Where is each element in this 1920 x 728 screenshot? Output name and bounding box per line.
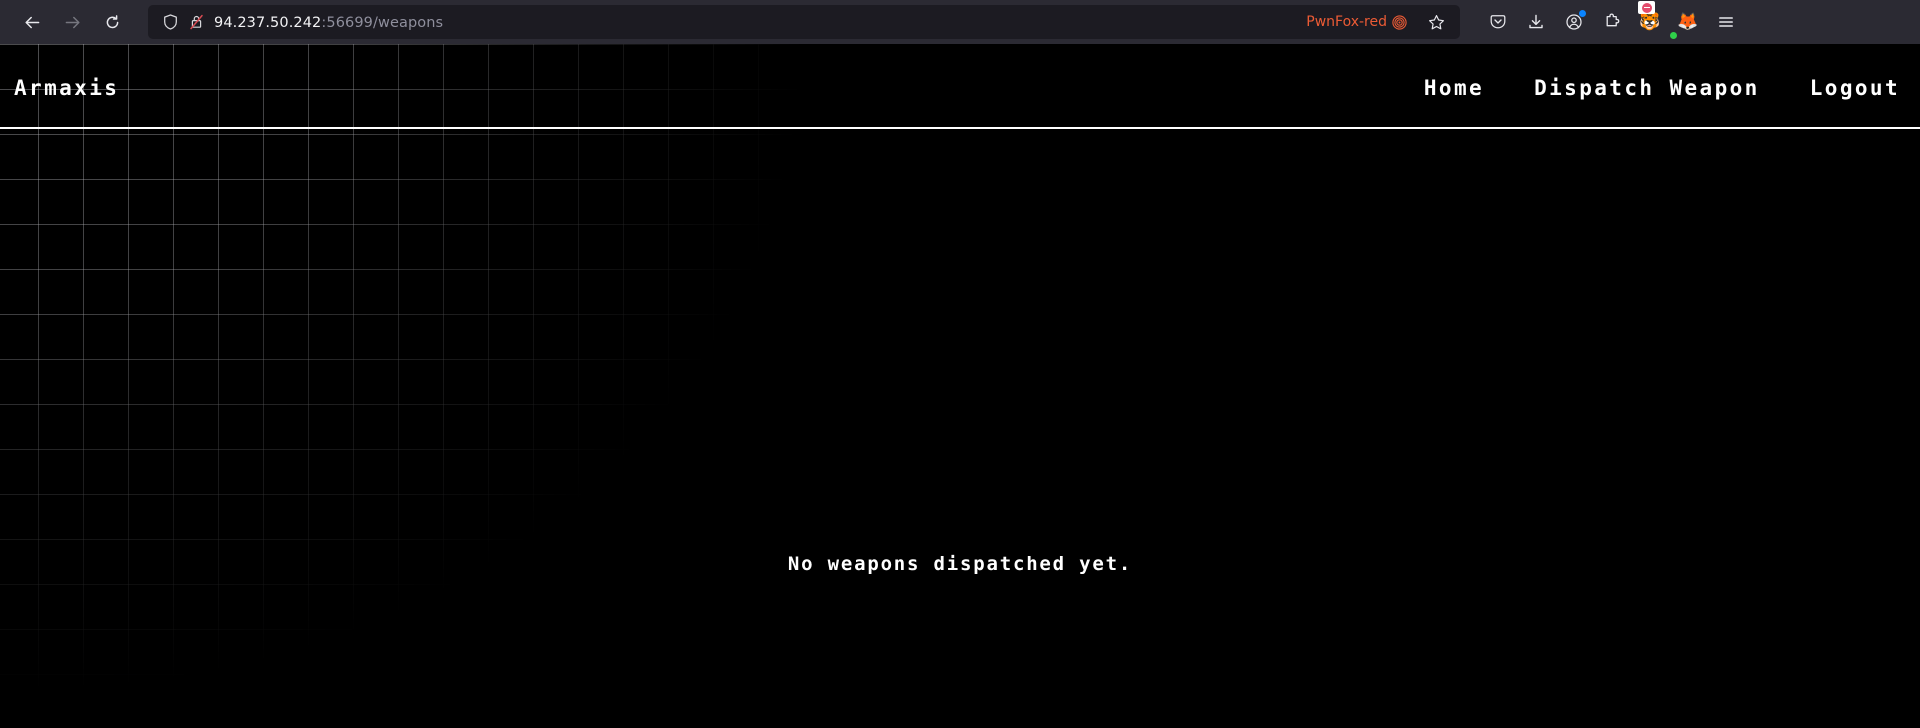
back-arrow-icon xyxy=(24,16,39,28)
address-bar[interactable]: 94.237.50.242:56699/weapons PwnFox-red xyxy=(148,5,1460,39)
pwnfox-indicator[interactable]: PwnFox-red xyxy=(1306,14,1411,30)
nav-link-logout[interactable]: Logout xyxy=(1810,76,1900,100)
pocket-icon[interactable] xyxy=(1482,6,1514,38)
shield-icon[interactable] xyxy=(162,14,179,31)
firefox-container-icon[interactable]: 🦊 xyxy=(1670,6,1704,39)
hamburger-glyph xyxy=(1719,17,1733,27)
insecure-lock-icon[interactable] xyxy=(188,14,205,31)
url-text[interactable]: 94.237.50.242:56699/weapons xyxy=(214,14,1297,31)
pwnfox-label-text: PwnFox-red xyxy=(1306,14,1387,30)
account-icon[interactable] xyxy=(1558,6,1590,38)
extensions-icon[interactable] xyxy=(1596,6,1628,38)
puzzle-piece-glyph xyxy=(1606,13,1620,27)
main-content: No weapons dispatched yet. xyxy=(0,129,1920,728)
navigation-buttons xyxy=(14,5,130,39)
reload-icon xyxy=(106,14,118,28)
empty-state-message: No weapons dispatched yet. xyxy=(787,553,1133,575)
brand-logo[interactable]: Armaxis xyxy=(14,76,119,100)
nav-link-home[interactable]: Home xyxy=(1424,76,1484,100)
primary-navigation: Home Dispatch Weapon Logout xyxy=(1424,76,1906,100)
downloads-icon[interactable] xyxy=(1520,6,1552,38)
shield-glyph xyxy=(164,14,177,30)
url-host: 94.237.50.242 xyxy=(214,14,322,31)
star-icon xyxy=(1428,14,1444,29)
account-notification-badge xyxy=(1579,10,1586,17)
fox-glyph: 🦊 xyxy=(1677,11,1699,32)
download-arrow-glyph xyxy=(1529,14,1543,29)
forward-button[interactable] xyxy=(54,5,90,39)
page-viewport: Armaxis Home Dispatch Weapon Logout No w… xyxy=(0,44,1920,728)
browser-toolbar: 94.237.50.242:56699/weapons PwnFox-red 🐯… xyxy=(0,0,1920,44)
app-menu-icon[interactable] xyxy=(1710,6,1742,38)
nav-link-dispatch-weapon[interactable]: Dispatch Weapon xyxy=(1534,76,1760,100)
url-path: :56699/weapons xyxy=(321,14,444,31)
lock-slash-glyph xyxy=(190,14,203,30)
back-button[interactable] xyxy=(14,5,50,39)
fingerprint-icon xyxy=(1392,14,1407,30)
fingerprint-glyph xyxy=(1392,14,1407,30)
urlbar-container: 94.237.50.242:56699/weapons PwnFox-red xyxy=(148,5,1460,39)
site-header: Armaxis Home Dispatch Weapon Logout xyxy=(0,44,1920,129)
bookmark-button[interactable] xyxy=(1422,8,1450,36)
forward-arrow-icon xyxy=(65,16,80,28)
reload-button[interactable] xyxy=(94,5,130,39)
pocket-glyph xyxy=(1490,15,1506,29)
browser-toolbar-icons: 🐯 🦊 xyxy=(1482,1,1748,39)
foxyproxy-icon[interactable]: 🐯 xyxy=(1634,1,1666,38)
tiger-glyph: 🐯 xyxy=(1639,11,1661,32)
active-status-dot xyxy=(1670,32,1677,39)
disabled-badge-icon xyxy=(1638,1,1655,14)
